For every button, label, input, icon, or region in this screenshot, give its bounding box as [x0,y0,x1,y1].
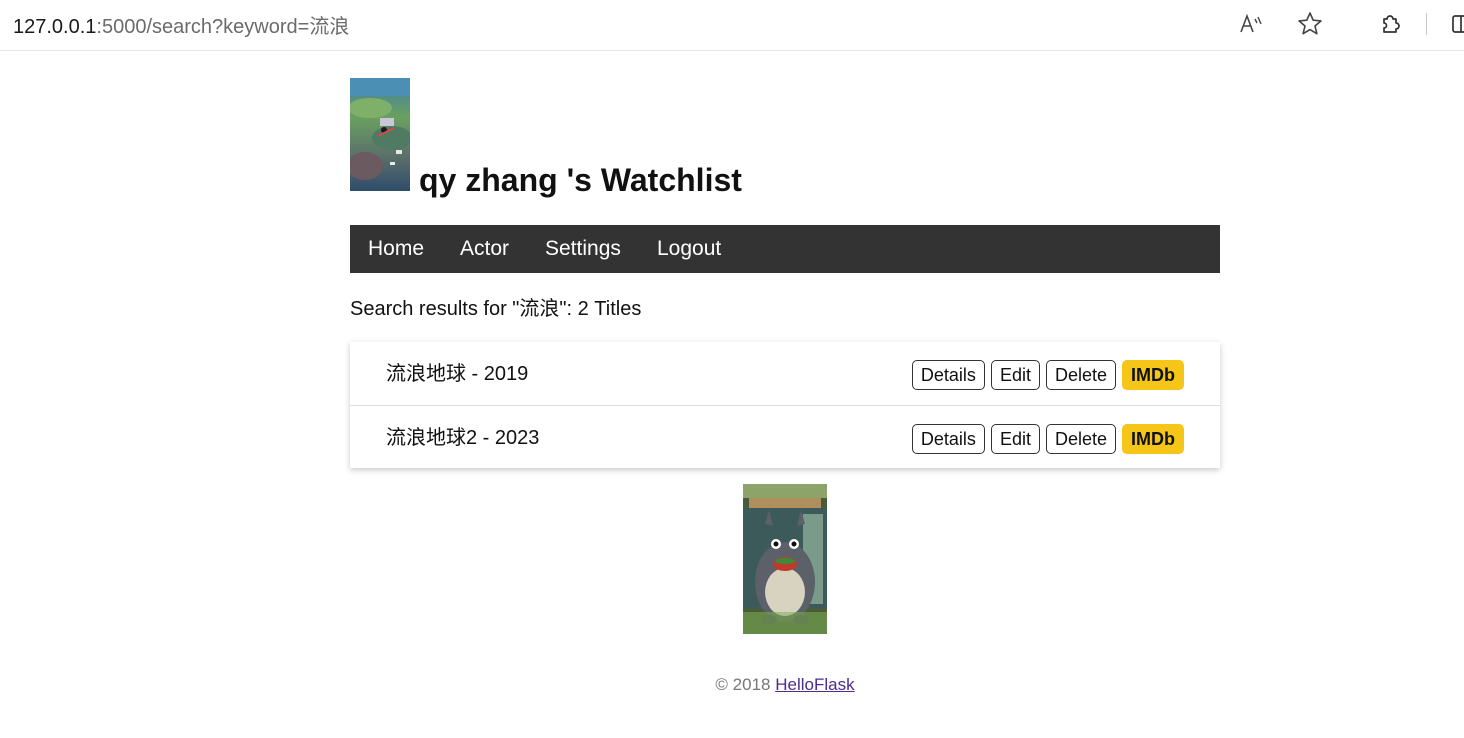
delete-button[interactable]: Delete [1045,360,1116,390]
movie-actions: Details Edit Delete IMDb [911,360,1184,390]
search-result-count: Search results for "流浪": 2 Titles [350,298,642,320]
movie-title: 流浪地球 - 2019 [386,363,529,385]
main-nav: Home Actor Settings Logout [350,225,1220,273]
browser-toolbar: 127.0.0.1:5000/search?keyword=流浪 [0,0,1464,51]
delete-button[interactable]: Delete [1045,424,1116,454]
list-item: 流浪地球2 - 2023 Details Edit Delete IMDb [350,406,1220,469]
footer-link-helloflask[interactable]: HelloFlask [775,675,854,694]
toolbar-separator [1426,13,1427,35]
nav-settings[interactable]: Settings [545,237,621,261]
read-aloud-icon[interactable] [1237,10,1265,38]
footer-copyright: © 2018 [715,675,771,694]
page-title: qy zhang 's Watchlist [419,162,742,198]
extensions-icon[interactable] [1376,10,1404,38]
header: qy zhang 's Watchlist [350,78,1220,198]
page-container: qy zhang 's Watchlist Home Actor Setting… [350,78,1220,694]
avatar [350,78,410,191]
split-screen-icon[interactable] [1450,10,1464,38]
edit-button[interactable]: Edit [990,360,1040,390]
imdb-button[interactable]: IMDb [1122,360,1184,390]
totoro-image [743,484,827,634]
details-button[interactable]: Details [911,360,985,390]
imdb-button[interactable]: IMDb [1122,424,1184,454]
footer: © 2018 HelloFlask [350,674,1220,696]
nav-home[interactable]: Home [368,237,424,261]
movie-list: 流浪地球 - 2019 Details Edit Delete IMDb 流浪地… [350,342,1220,468]
details-button[interactable]: Details [911,424,985,454]
favorite-star-icon[interactable] [1296,10,1324,38]
url-path: :5000/search?keyword=流浪 [96,16,350,38]
edit-button[interactable]: Edit [990,424,1040,454]
url-text[interactable]: 127.0.0.1:5000/search?keyword=流浪 [13,15,349,39]
nav-actor[interactable]: Actor [460,237,509,261]
address-bar[interactable]: 127.0.0.1:5000/search?keyword=流浪 [0,4,1348,44]
nav-logout[interactable]: Logout [657,237,721,261]
movie-title: 流浪地球2 - 2023 [386,427,540,449]
url-host: 127.0.0.1 [13,16,97,38]
movie-actions: Details Edit Delete IMDb [911,424,1184,454]
list-item: 流浪地球 - 2019 Details Edit Delete IMDb [350,342,1220,406]
